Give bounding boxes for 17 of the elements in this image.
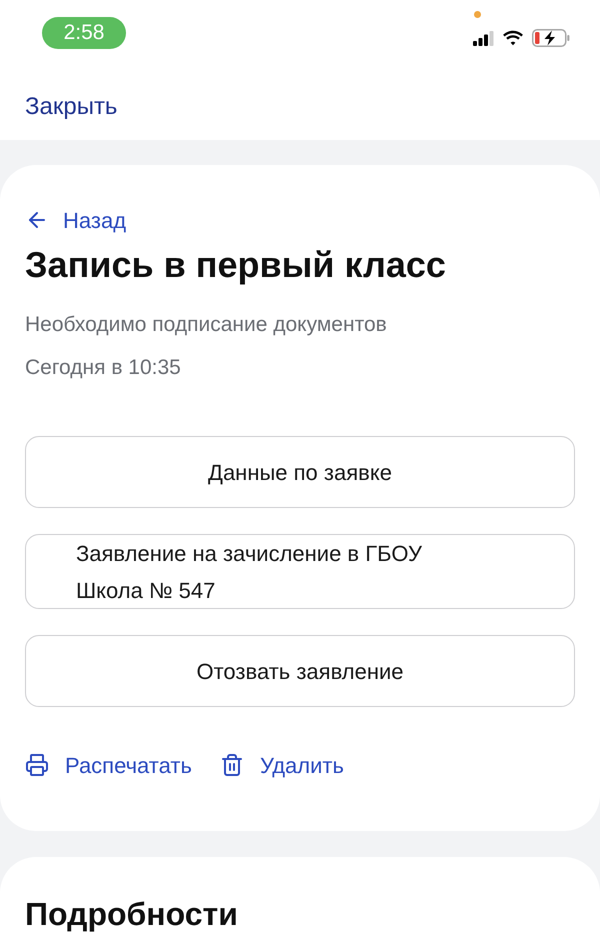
page-title: Запись в первый класс — [25, 243, 447, 287]
action-button[interactable]: Данные по заявке — [25, 436, 575, 508]
battery-charging-icon — [532, 29, 570, 47]
back-link[interactable]: Назад — [25, 207, 126, 233]
document-button[interactable]: Заявление на зачисление в ГБОУ Школа № 547 — [25, 534, 575, 609]
signal-icon — [473, 30, 494, 46]
status-text: Необходимо подписание документов — [25, 312, 388, 338]
close-link[interactable]: Закрыть — [25, 92, 118, 122]
printer-icon — [25, 753, 49, 777]
section-title: Подробности — [25, 895, 239, 934]
status-time: 2:58 — [42, 17, 126, 49]
delete-link[interactable]: Удалить — [220, 752, 344, 778]
print-link[interactable]: Распечатать — [25, 752, 192, 778]
action-button[interactable]: Отозвать заявление — [25, 635, 575, 707]
trash-icon — [220, 753, 244, 777]
wifi-icon — [502, 30, 524, 46]
timestamp-text: Сегодня в 10:35 — [25, 355, 182, 381]
